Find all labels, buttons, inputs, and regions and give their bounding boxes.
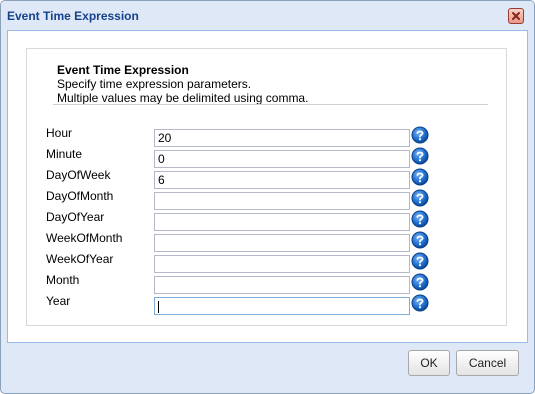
weekofmonth-input[interactable] <box>154 234 410 252</box>
year-label: Year <box>46 294 71 308</box>
field-row-dayofweek: DayOfWeek <box>27 168 507 189</box>
help-icon[interactable] <box>411 210 429 228</box>
dayofmonth-input[interactable] <box>154 192 410 210</box>
header-divider <box>53 104 488 105</box>
field-row-weekofmonth: WeekOfMonth <box>27 231 507 252</box>
weekofyear-label: WeekOfYear <box>46 252 114 266</box>
hour-input[interactable] <box>154 129 410 147</box>
field-row-hour: Hour <box>27 126 507 147</box>
cancel-button[interactable]: Cancel <box>456 350 519 376</box>
weekofyear-input[interactable] <box>154 255 410 273</box>
dialog-body: Event Time Expression Specify time expre… <box>7 30 528 343</box>
weekofmonth-label: WeekOfMonth <box>46 231 123 245</box>
hour-label: Hour <box>46 126 73 140</box>
description-line-1: Specify time expression parameters. <box>57 77 252 91</box>
year-input[interactable] <box>154 297 410 315</box>
month-input[interactable] <box>154 276 410 294</box>
panel-description: Specify time expression parameters. Mult… <box>57 77 308 105</box>
minute-label: Minute <box>46 147 83 161</box>
dayofweek-input[interactable] <box>154 171 410 189</box>
field-row-weekofyear: WeekOfYear <box>27 252 507 273</box>
help-icon[interactable] <box>411 189 429 207</box>
dialog-footer: OK Cancel <box>1 344 534 393</box>
field-row-year: Year <box>27 294 507 315</box>
help-icon[interactable] <box>411 147 429 165</box>
field-row-minute: Minute <box>27 147 507 168</box>
description-line-2: Multiple values may be delimited using c… <box>57 91 309 105</box>
field-row-dayofmonth: DayOfMonth <box>27 189 507 210</box>
dayofweek-label: DayOfWeek <box>46 168 111 182</box>
help-icon[interactable] <box>411 231 429 249</box>
help-icon[interactable] <box>411 126 429 144</box>
help-icon[interactable] <box>411 294 429 312</box>
minute-input[interactable] <box>154 150 410 168</box>
dialog-titlebar[interactable]: Event Time Expression <box>1 1 534 29</box>
dialog-title: Event Time Expression <box>7 9 139 23</box>
help-icon[interactable] <box>411 168 429 186</box>
close-button[interactable] <box>508 8 524 24</box>
field-row-dayofyear: DayOfYear <box>27 210 507 231</box>
panel-title: Event Time Expression <box>57 63 189 77</box>
parameters-panel: Event Time Expression Specify time expre… <box>26 48 507 326</box>
field-row-month: Month <box>27 273 507 294</box>
dayofmonth-label: DayOfMonth <box>46 189 114 203</box>
month-label: Month <box>46 273 80 287</box>
close-icon <box>512 12 520 20</box>
help-icon[interactable] <box>411 273 429 291</box>
dayofyear-input[interactable] <box>154 213 410 231</box>
dayofyear-label: DayOfYear <box>46 210 105 224</box>
text-cursor <box>158 301 159 313</box>
event-time-expression-dialog: Event Time Expression Event Time Express… <box>0 0 535 394</box>
ok-button[interactable]: OK <box>408 350 450 376</box>
help-icon[interactable] <box>411 252 429 270</box>
